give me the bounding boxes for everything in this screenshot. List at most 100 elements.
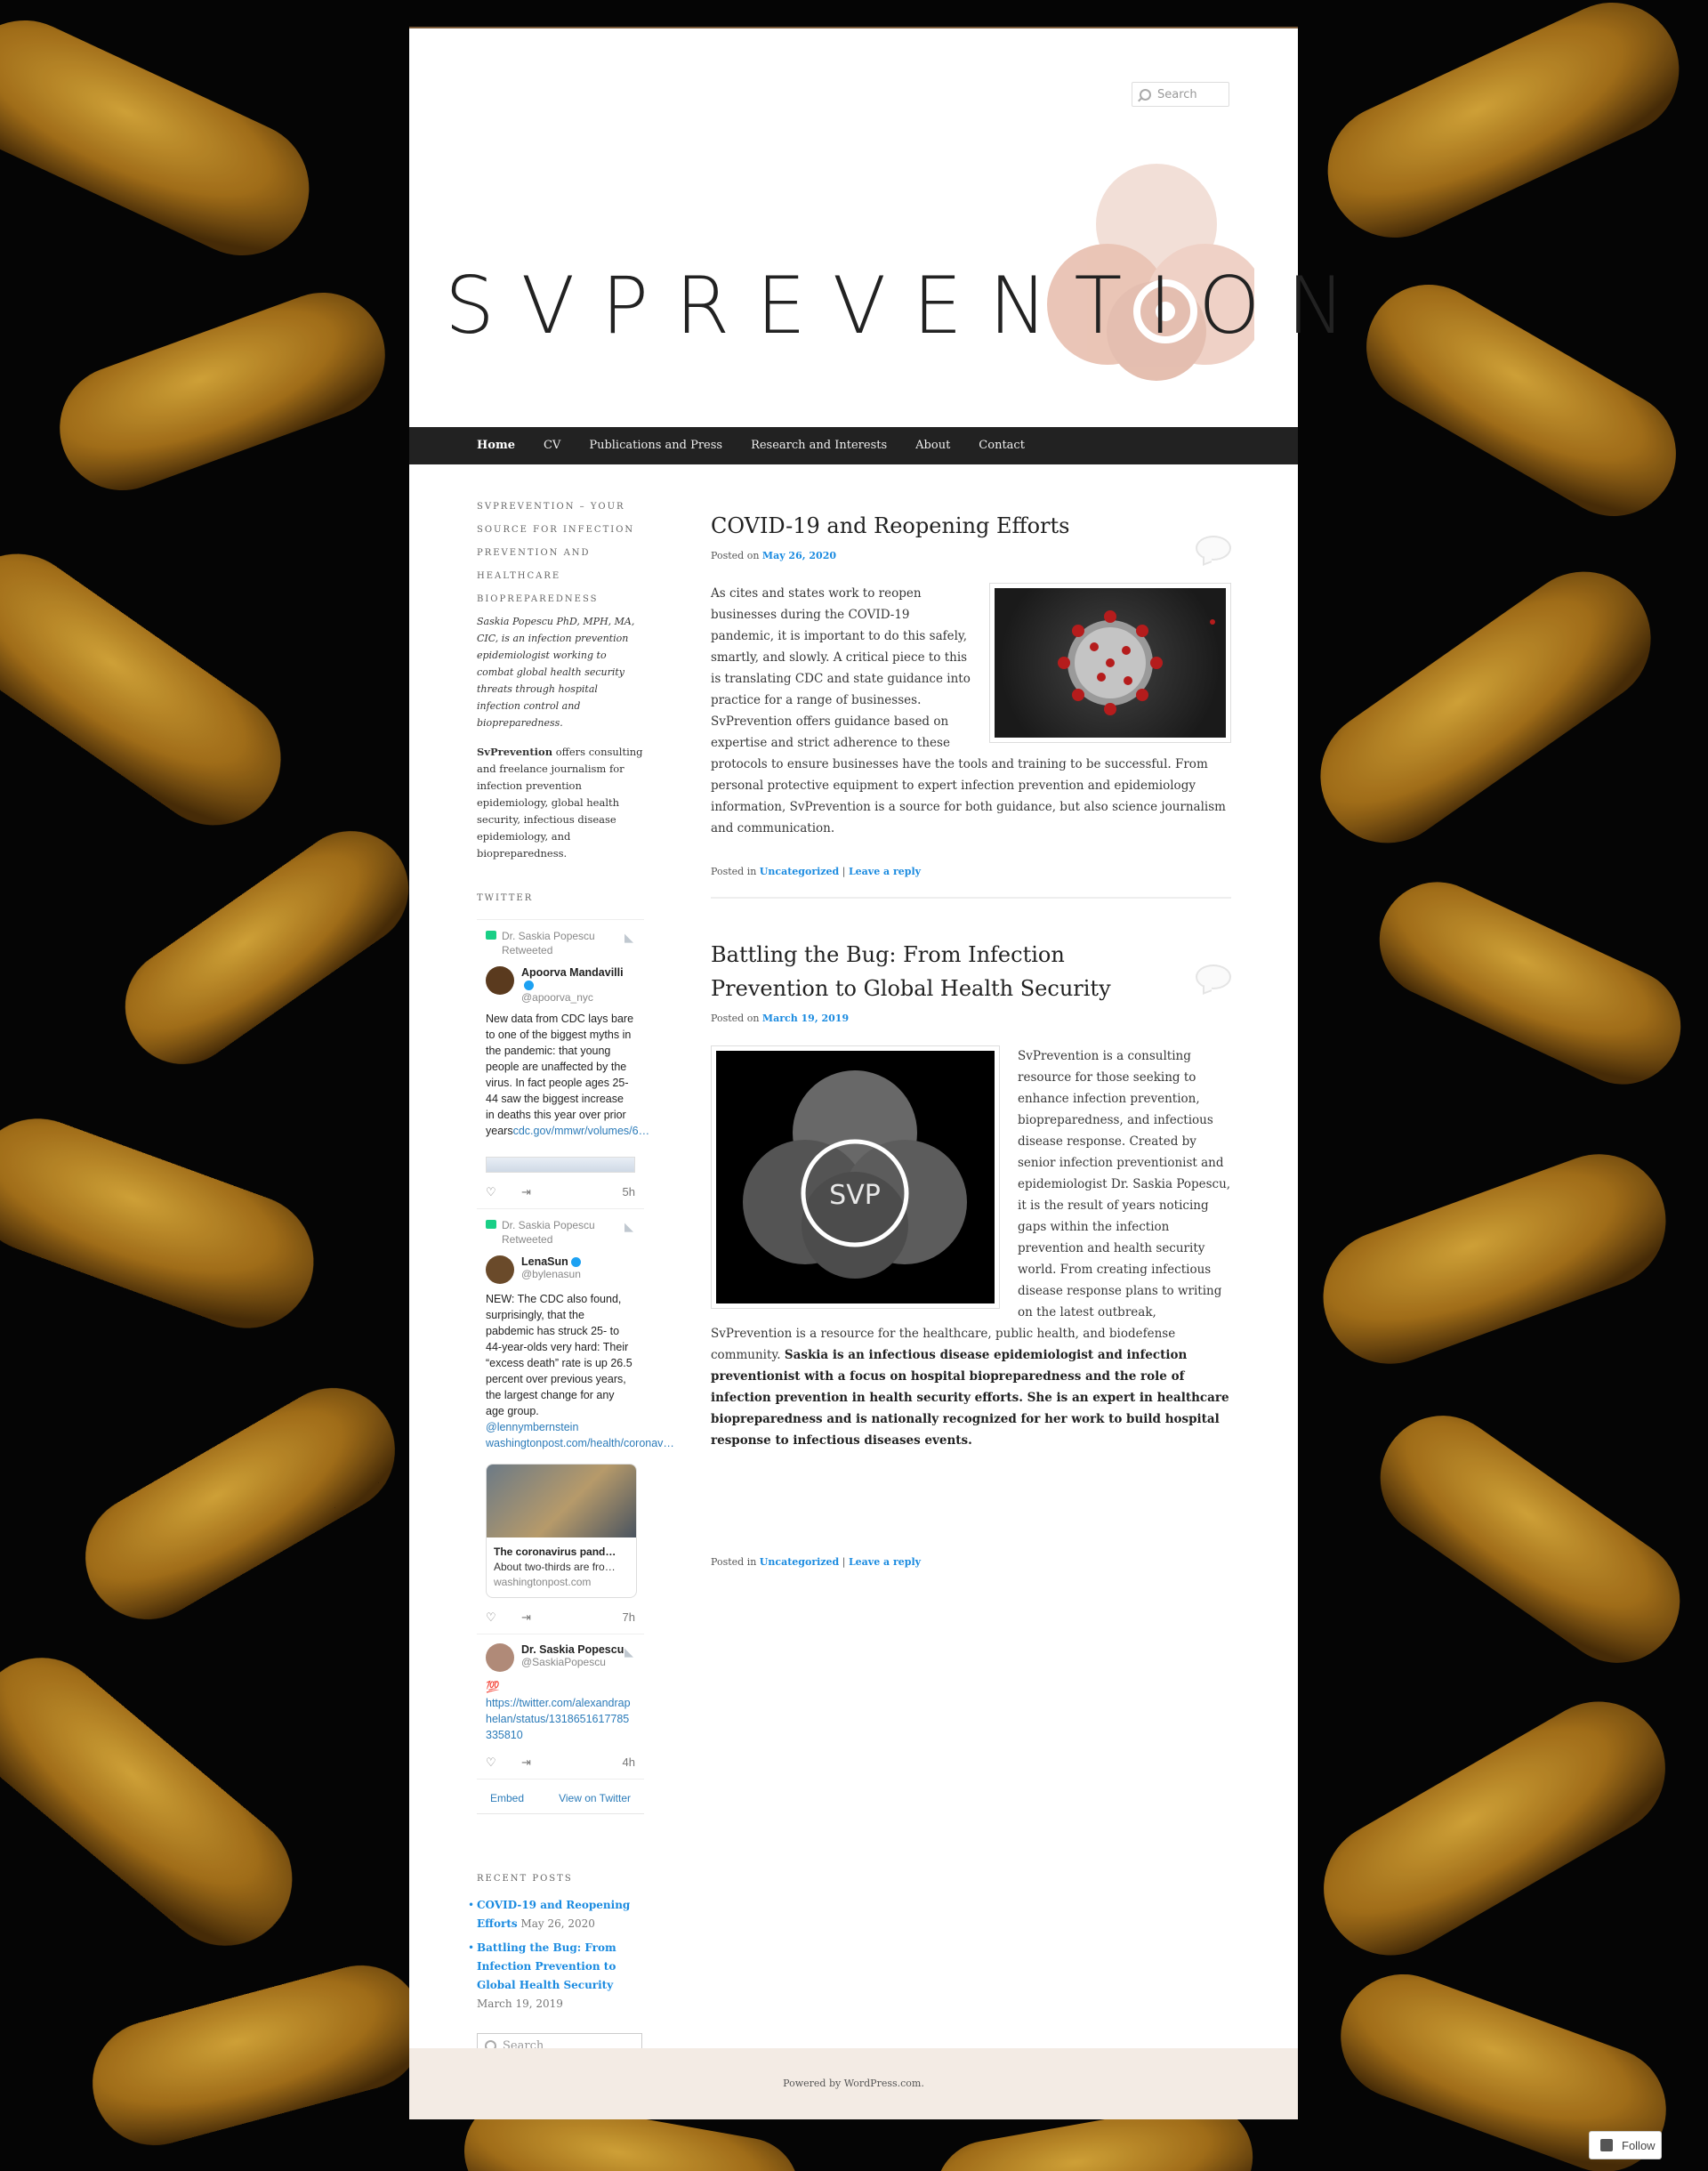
- twitter-bird-icon[interactable]: ◣: [624, 931, 633, 945]
- tweet-link[interactable]: washingtonpost.com/health/coronav…: [486, 1437, 674, 1449]
- tweet-mention[interactable]: @lennymbernstein: [486, 1421, 578, 1433]
- tweet-actions: ♡ ⇥ 4h: [486, 1755, 635, 1770]
- nav-publications[interactable]: Publications and Press: [575, 427, 737, 464]
- powered-by-link[interactable]: Powered by WordPress.com.: [783, 2078, 924, 2089]
- recent-post-link[interactable]: Battling the Bug: From Infection Prevent…: [477, 1941, 616, 1991]
- card-description: About two-thirds are fro…: [494, 1561, 616, 1573]
- search-icon: [1140, 89, 1151, 101]
- post-body-bold: Saskia is an infectious disease epidemio…: [711, 1348, 1229, 1448]
- post-body: SVP SvPrevention is a consulting resourc…: [711, 1045, 1231, 1451]
- post-title[interactable]: COVID-19 and Reopening Efforts: [711, 509, 1156, 543]
- post: Battling the Bug: From Infection Prevent…: [711, 938, 1231, 1568]
- verified-icon: [524, 981, 534, 991]
- wordpress-icon: [1600, 2139, 1613, 2151]
- tweet-author[interactable]: Apoorva Mandavilli @apoorva_nyc: [486, 966, 635, 1004]
- tweet-link[interactable]: cdc.gov/mmwr/volumes/6…: [513, 1125, 650, 1137]
- heart-icon[interactable]: ♡: [486, 1185, 496, 1199]
- post-date-link[interactable]: May 26, 2020: [762, 550, 836, 561]
- post-meta: Posted on May 26, 2020: [711, 550, 837, 561]
- avatar[interactable]: [486, 1255, 514, 1284]
- view-on-twitter-link[interactable]: View on Twitter: [559, 1792, 631, 1804]
- follow-button[interactable]: Follow: [1589, 2131, 1662, 2159]
- recent-posts-widget: RECENT POSTS COVID-19 and Reopening Effo…: [468, 1868, 644, 2014]
- tweet-time[interactable]: 7h: [623, 1610, 635, 1624]
- embed-link[interactable]: Embed: [490, 1792, 524, 1804]
- avatar[interactable]: [486, 1643, 514, 1672]
- about-body-rest: offers consulting and freelance journali…: [477, 746, 643, 860]
- header-search-input[interactable]: Search: [1132, 82, 1229, 107]
- twitter-widget-title: TWITTER: [477, 893, 534, 903]
- nav-home[interactable]: Home: [463, 427, 529, 464]
- card-domain: washingtonpost.com: [494, 1576, 592, 1588]
- retweet-label: Dr. Saskia Popescu Retweeted: [486, 1218, 635, 1247]
- nav-about[interactable]: About: [901, 427, 964, 464]
- nav-research[interactable]: Research and Interests: [737, 427, 901, 464]
- tweet-author[interactable]: LenaSun @bylenasun: [486, 1255, 635, 1284]
- coronavirus-image[interactable]: [989, 583, 1231, 743]
- emoji: 💯: [486, 1681, 500, 1693]
- share-icon[interactable]: ⇥: [521, 1185, 531, 1199]
- author-handle: @apoorva_nyc: [521, 991, 593, 1004]
- author-name: Apoorva Mandavilli: [521, 966, 624, 979]
- leave-reply-link[interactable]: Leave a reply: [849, 1556, 921, 1568]
- leave-reply-link[interactable]: Leave a reply: [849, 866, 921, 877]
- link-card[interactable]: The coronavirus pand… About two-thirds a…: [486, 1464, 637, 1598]
- author-name: Dr. Saskia Popescu: [521, 1643, 624, 1656]
- twitter-timeline: Dr. Saskia Popescu Retweeted ◣ Apoorva M…: [477, 919, 674, 1814]
- recent-post-date: March 19, 2019: [477, 1997, 563, 2010]
- post-date-link[interactable]: March 19, 2019: [762, 1013, 849, 1024]
- tweet-link[interactable]: https://twitter.com/alexandraphelan/stat…: [486, 1697, 631, 1741]
- post-divider: [711, 897, 1231, 899]
- site-logo[interactable]: SVPREVENTION: [445, 162, 1345, 411]
- heart-icon[interactable]: ♡: [486, 1755, 496, 1770]
- about-body-text: SvPrevention offers consulting and freel…: [477, 744, 644, 862]
- avatar[interactable]: [486, 966, 514, 995]
- category-link[interactable]: Uncategorized: [760, 1556, 839, 1568]
- svp-logo-icon: SVP: [743, 1070, 967, 1279]
- tweet-text: New data from CDC lays bare to one of th…: [486, 1013, 650, 1137]
- tweet-author[interactable]: Dr. Saskia Popescu @SaskiaPopescu: [486, 1643, 635, 1672]
- comment-bubble-icon[interactable]: [1196, 964, 1231, 989]
- post-footer: Posted in Uncategorized | Leave a reply: [711, 1556, 922, 1568]
- tweet-text: NEW: The CDC also found, surprisingly, t…: [486, 1293, 674, 1449]
- main-content: COVID-19 and Reopening Efforts Posted on…: [711, 509, 1231, 1568]
- card-title: The coronavirus pand…: [494, 1546, 616, 1558]
- twitter-footer: Embed View on Twitter: [477, 1779, 644, 1813]
- post-meta: Posted on March 19, 2019: [711, 1013, 850, 1024]
- retweet-label: Dr. Saskia Popescu Retweeted: [486, 929, 635, 957]
- tweet-image[interactable]: [486, 1157, 635, 1173]
- tweet[interactable]: ◣ Dr. Saskia Popescu @SaskiaPopescu 💯 htt…: [477, 1634, 644, 1779]
- twitter-bird-icon[interactable]: ◣: [624, 1645, 633, 1659]
- tweet-time[interactable]: 4h: [623, 1755, 635, 1769]
- tweet-time[interactable]: 5h: [623, 1185, 635, 1198]
- author-handle: @SaskiaPopescu: [521, 1656, 606, 1668]
- about-brand: SvPrevention: [477, 746, 553, 758]
- twitter-bird-icon[interactable]: ◣: [624, 1220, 633, 1234]
- tweet-actions: ♡ ⇥ 7h: [486, 1610, 635, 1625]
- retweet-icon: [486, 1220, 496, 1229]
- post: COVID-19 and Reopening Efforts Posted on…: [711, 509, 1231, 877]
- about-widget-title: SVPREVENTION – YOUR SOURCE FOR INFECTION…: [477, 502, 635, 604]
- about-italic-text: Saskia Popescu PhD, MPH, MA, CIC, is an …: [477, 616, 635, 729]
- post-title[interactable]: Battling the Bug: From Infection Prevent…: [711, 938, 1156, 1005]
- site-header: Search SVPREVENTION: [409, 28, 1345, 427]
- nav-cv[interactable]: CV: [529, 427, 575, 464]
- author-handle: @bylenasun: [521, 1268, 581, 1280]
- heart-icon[interactable]: ♡: [486, 1610, 496, 1625]
- comment-bubble-icon[interactable]: [1196, 536, 1231, 561]
- recent-post-date: May 26, 2020: [520, 1917, 595, 1930]
- tweet-actions: ♡ ⇥ 5h: [486, 1185, 635, 1199]
- share-icon[interactable]: ⇥: [521, 1610, 531, 1625]
- category-link[interactable]: Uncategorized: [760, 866, 839, 877]
- post-body: As cites and states work to reopen busin…: [711, 583, 1231, 839]
- tweet[interactable]: Dr. Saskia Popescu Retweeted ◣ LenaSun @…: [477, 1208, 674, 1634]
- svp-logo-label: SVP: [829, 1180, 881, 1211]
- site-footer: Powered by WordPress.com.: [409, 2048, 1298, 2119]
- main-nav: Home CV Publications and Press Research …: [409, 427, 1298, 464]
- tweet[interactable]: Dr. Saskia Popescu Retweeted ◣ Apoorva M…: [477, 919, 650, 1208]
- nav-contact[interactable]: Contact: [964, 427, 1039, 464]
- share-icon[interactable]: ⇥: [521, 1755, 531, 1770]
- post-footer: Posted in Uncategorized | Leave a reply: [711, 866, 922, 877]
- verified-icon: [570, 1257, 581, 1268]
- svp-logo-image[interactable]: SVP: [711, 1045, 1000, 1309]
